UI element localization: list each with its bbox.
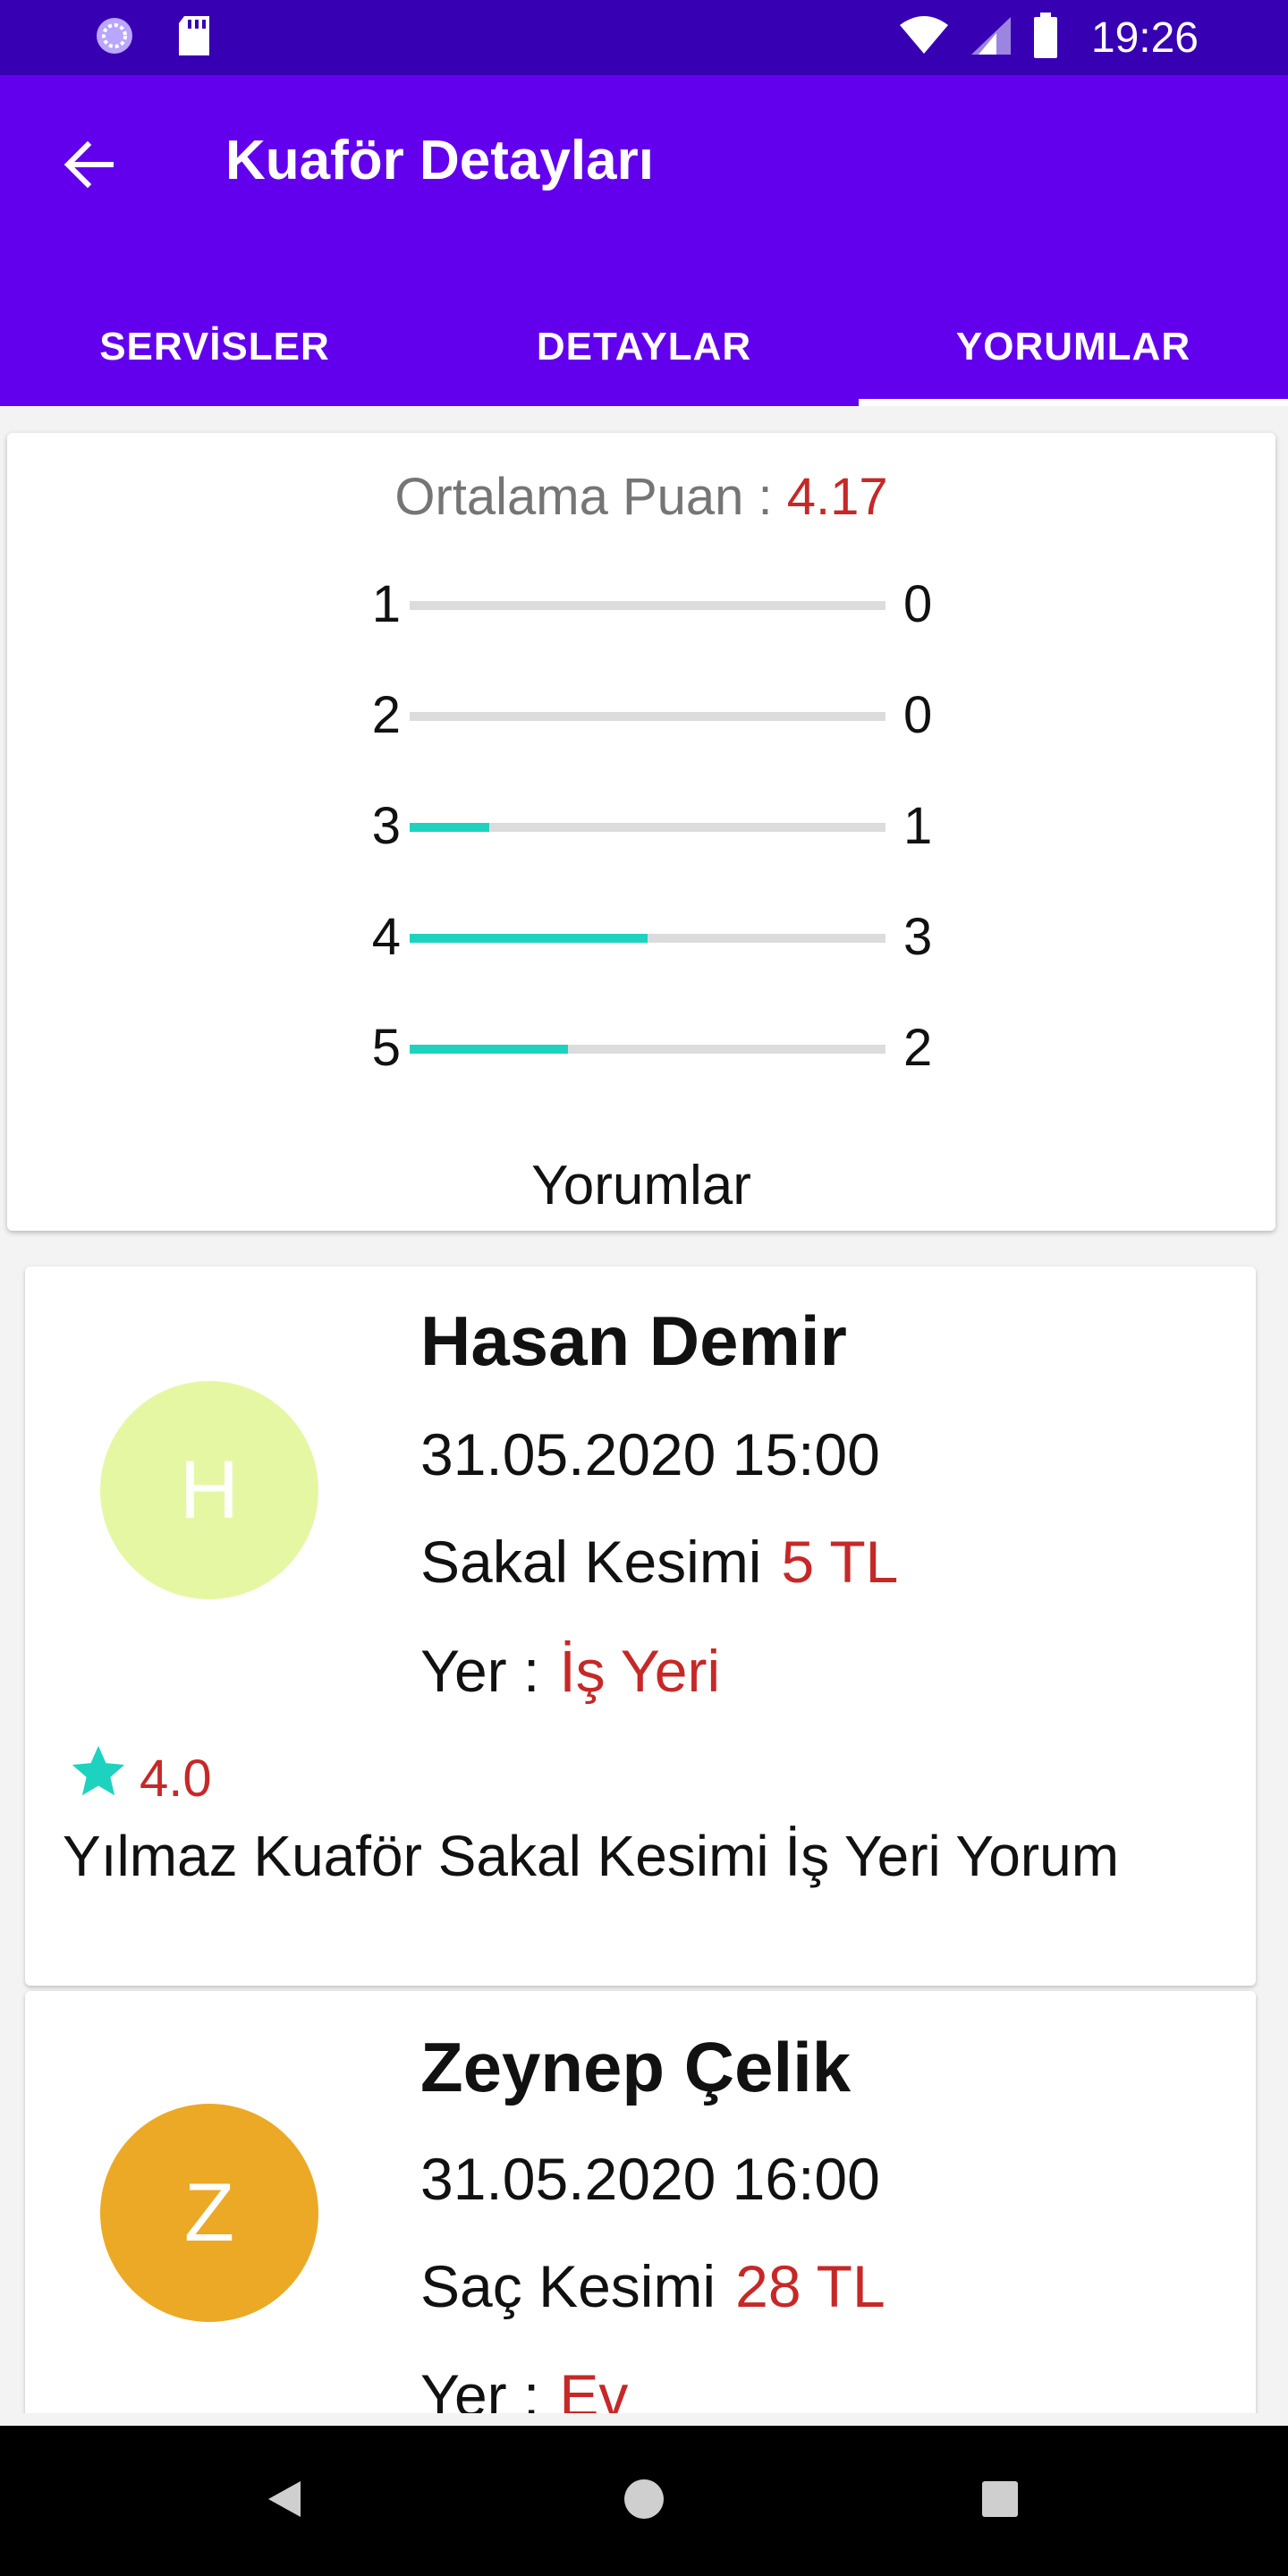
tab-bar: SERVİSLER DETAYLAR YORUMLAR: [0, 288, 1288, 406]
notification-icon: [93, 14, 136, 62]
place-value: Ev: [559, 2362, 629, 2413]
review-place: Yer : Ev: [420, 2361, 628, 2413]
review-list[interactable]: H Hasan Demir 31.05.2020 15:00 Sakal Kes…: [0, 1241, 1288, 2413]
nav-recents-button[interactable]: [975, 2476, 1025, 2526]
app-bar: Kuaför Detayları SERVİSLER DETAYLAR YORU…: [0, 75, 1288, 406]
rating-row-3: 3 1: [356, 791, 946, 862]
reviews-heading: Yorumlar: [531, 1155, 751, 1216]
service-price: 28 TL: [735, 2253, 886, 2319]
rating-bar-fill: [410, 1045, 569, 1054]
rating-row-count: 3: [903, 908, 933, 966]
average-rating-value: 4.17: [786, 468, 888, 526]
rating-bar-track: [410, 1045, 886, 1054]
nav-back-button[interactable]: [259, 2476, 309, 2526]
rating-bar-track: [410, 601, 886, 610]
review-rating: 4.0: [66, 1741, 212, 1816]
rating-row-2: 2 0: [356, 680, 946, 751]
place-label: Yer :: [420, 1638, 540, 1704]
page-title: Kuaför Detayları: [225, 130, 654, 191]
tab-details[interactable]: DETAYLAR: [429, 288, 859, 406]
service-name: Sakal Kesimi: [420, 1529, 762, 1595]
square-recents-icon: [980, 2479, 1020, 2523]
reviewer-name: Zeynep Çelik: [420, 2028, 852, 2106]
system-nav-bar: [0, 2426, 1288, 2576]
rating-row-stars: 3: [371, 797, 401, 855]
avatar: H: [100, 1381, 318, 1599]
sd-card-icon: [175, 14, 213, 62]
average-rating: Ortalama Puan : 4.17: [7, 467, 1275, 527]
rating-row-count: 0: [903, 575, 933, 633]
tab-services[interactable]: SERVİSLER: [0, 288, 429, 406]
rating-row-5: 5 2: [356, 1013, 946, 1084]
avatar: Z: [100, 2104, 318, 2322]
rating-row-count: 0: [903, 686, 933, 744]
rating-row-stars: 1: [371, 575, 401, 633]
status-time: 19:26: [1090, 13, 1199, 62]
service-name: Saç Kesimi: [420, 2253, 716, 2319]
rating-row-stars: 2: [371, 686, 401, 744]
service-price: 5 TL: [781, 1529, 899, 1595]
rating-bar-track: [410, 823, 886, 832]
review-service: Sakal Kesimi 5 TL: [420, 1528, 898, 1596]
rating-row-4: 4 3: [356, 902, 946, 973]
signal-icon: [970, 15, 1013, 61]
review-card[interactable]: Z Zeynep Çelik 31.05.2020 16:00 Saç Kesi…: [25, 1991, 1256, 2413]
review-card[interactable]: H Hasan Demir 31.05.2020 15:00 Sakal Kes…: [25, 1267, 1256, 1986]
arrow-back-icon: [61, 138, 114, 196]
review-datetime: 31.05.2020 15:00: [420, 1421, 880, 1487]
rating-bar-track: [410, 712, 886, 721]
wifi-icon: [898, 15, 950, 60]
battery-icon: [1032, 12, 1059, 64]
star-icon: [66, 1741, 131, 1816]
rating-row-count: 1: [903, 797, 933, 855]
status-bar: 19:26: [0, 0, 1288, 75]
rating-row-stars: 5: [371, 1019, 401, 1077]
circle-home-icon: [623, 2478, 665, 2525]
rating-bar-fill: [410, 823, 489, 832]
review-comment: Yılmaz Kuaför Sakal Kesimi İş Yeri Yorum: [63, 1824, 1119, 1888]
place-value: İş Yeri: [559, 1638, 721, 1704]
rating-row-1: 1 0: [356, 569, 946, 640]
place-label: Yer :: [420, 2362, 540, 2413]
rating-row-stars: 4: [371, 908, 401, 966]
review-service: Saç Kesimi 28 TL: [420, 2252, 886, 2320]
back-button[interactable]: [55, 134, 120, 199]
review-rating-value: 4.0: [140, 1749, 212, 1808]
reviewer-name: Hasan Demir: [420, 1301, 847, 1380]
rating-bar-fill: [410, 934, 648, 943]
tab-reviews[interactable]: YORUMLAR: [859, 288, 1288, 406]
nav-home-button[interactable]: [619, 2476, 669, 2526]
rating-summary-card: Ortalama Puan : 4.17 1 0 2 0 3 1 4 3 5 2…: [7, 433, 1275, 1231]
average-rating-label: Ortalama Puan :: [394, 468, 787, 526]
avatar-letter: H: [179, 1444, 240, 1536]
review-datetime: 31.05.2020 16:00: [420, 2146, 880, 2212]
triangle-back-icon: [265, 2478, 304, 2525]
avatar-letter: Z: [183, 2166, 235, 2258]
review-place: Yer : İş Yeri: [420, 1637, 720, 1705]
rating-row-count: 2: [903, 1019, 933, 1077]
rating-bar-track: [410, 934, 886, 943]
